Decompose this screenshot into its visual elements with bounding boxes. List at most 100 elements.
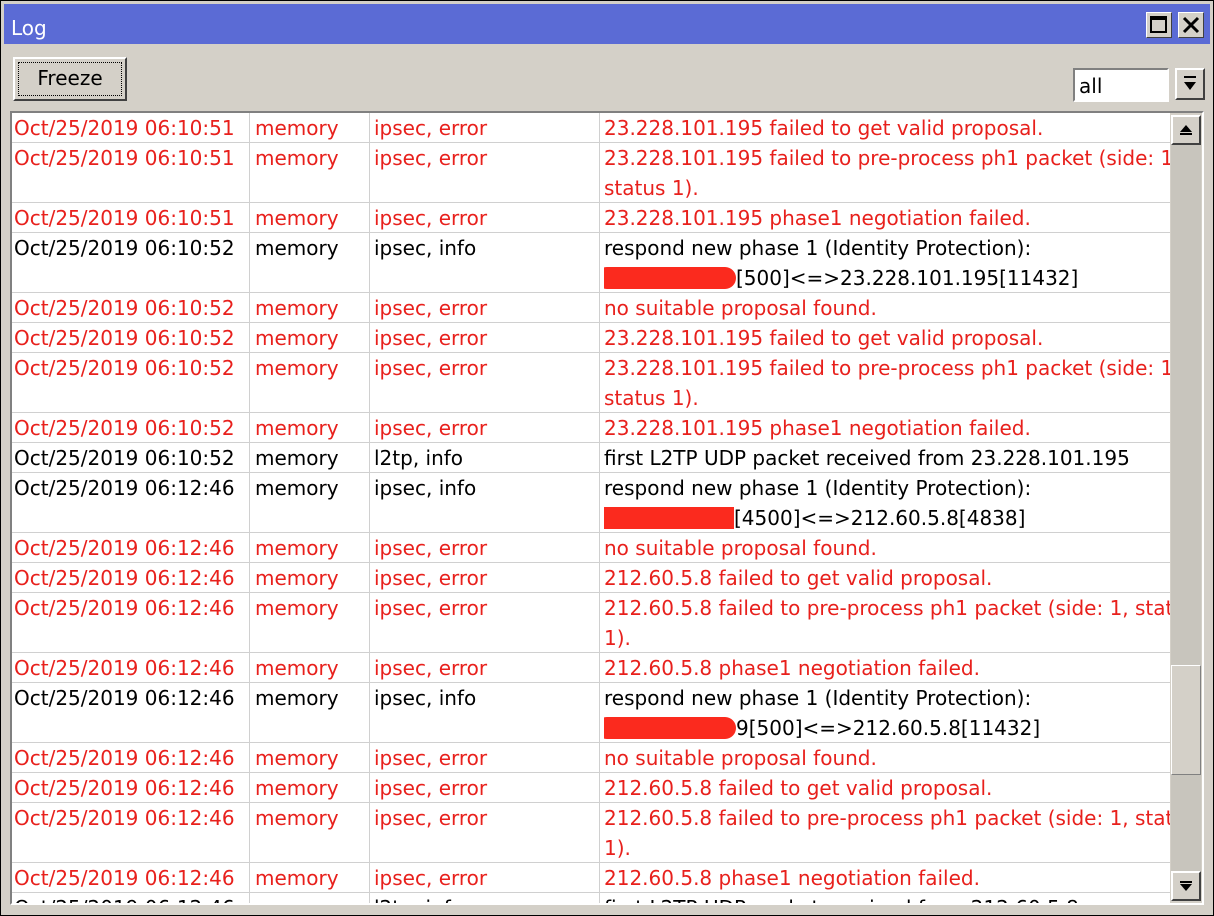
log-row[interactable]: Oct/25/2019 06:12:46 memory ipsec, error 21… bbox=[12, 563, 1172, 593]
log-message-line: 23.228.101.195 failed to get valid propo… bbox=[604, 116, 1044, 140]
log-buffer: memory bbox=[250, 683, 370, 742]
log-buffer: memory bbox=[250, 893, 370, 903]
log-message-line: 9[500]<=>212.60.5.8[11432] bbox=[604, 713, 1172, 742]
log-rows: Oct/25/2019 06:10:51 memory ipsec, error 23… bbox=[12, 113, 1172, 903]
log-topics: ipsec, error bbox=[370, 743, 600, 772]
log-time: Oct/25/2019 06:10:52 bbox=[12, 413, 250, 442]
scroll-down-button[interactable] bbox=[1171, 871, 1201, 901]
log-buffer: memory bbox=[250, 653, 370, 682]
log-message-line: 1). bbox=[604, 836, 631, 860]
log-row[interactable]: Oct/25/2019 06:10:52 memory l2tp, info firs… bbox=[12, 443, 1172, 473]
log-row[interactable]: Oct/25/2019 06:10:51 memory ipsec, error 23… bbox=[12, 113, 1172, 143]
filter-dropdown-button[interactable] bbox=[1175, 68, 1205, 100]
redaction-mark bbox=[604, 266, 736, 289]
log-topics: ipsec, error bbox=[370, 113, 600, 142]
log-message-line: 23.228.101.195 phase1 negotiation failed… bbox=[604, 206, 1031, 230]
log-message-line: respond new phase 1 (Identity Protection… bbox=[604, 236, 1032, 260]
log-message: 212.60.5.8 phase1 negotiation failed. bbox=[600, 863, 1172, 892]
log-row[interactable]: Oct/25/2019 06:10:52 memory ipsec, error 23… bbox=[12, 353, 1172, 413]
log-list[interactable]: Oct/25/2019 06:10:51 memory ipsec, error 23… bbox=[10, 111, 1204, 905]
log-message-text: [4500]<=>212.60.5.8[4838] bbox=[734, 506, 1026, 530]
window-title: Log bbox=[11, 16, 47, 40]
log-row[interactable]: Oct/25/2019 06:10:52 memory ipsec, error no… bbox=[12, 293, 1172, 323]
log-time: Oct/25/2019 06:10:52 bbox=[12, 323, 250, 352]
log-row[interactable]: Oct/25/2019 06:10:51 memory ipsec, error 23… bbox=[12, 203, 1172, 233]
redaction-mark bbox=[604, 506, 734, 529]
log-row[interactable]: Oct/25/2019 06:12:46 memory ipsec, error 21… bbox=[12, 653, 1172, 683]
log-message: no suitable proposal found. bbox=[600, 743, 1172, 772]
log-topics: ipsec, error bbox=[370, 593, 600, 652]
log-row[interactable]: Oct/25/2019 06:12:46 memory ipsec, error no… bbox=[12, 533, 1172, 563]
vertical-scrollbar[interactable] bbox=[1170, 113, 1202, 903]
log-message-line: 23.228.101.195 failed to pre-process ph1… bbox=[604, 356, 1172, 380]
log-row[interactable]: Oct/25/2019 06:12:46 memory ipsec, error 21… bbox=[12, 593, 1172, 653]
log-topics: ipsec, error bbox=[370, 323, 600, 352]
log-message-line: [4500]<=>212.60.5.8[4838] bbox=[604, 503, 1172, 532]
log-message: 23.228.101.195 failed to pre-process ph1… bbox=[600, 143, 1172, 202]
close-icon bbox=[1182, 16, 1200, 34]
log-message-line: 23.228.101.195 phase1 negotiation failed… bbox=[604, 416, 1031, 440]
log-message-line: respond new phase 1 (Identity Protection… bbox=[604, 476, 1032, 500]
log-message-line: 212.60.5.8 failed to get valid proposal. bbox=[604, 566, 993, 590]
log-topics: ipsec, error bbox=[370, 203, 600, 232]
log-message-line: 23.228.101.195 failed to get valid propo… bbox=[604, 326, 1044, 350]
log-buffer: memory bbox=[250, 773, 370, 802]
log-message-text: [500]<=>23.228.101.195[11432] bbox=[736, 266, 1079, 290]
log-row[interactable]: Oct/25/2019 06:10:52 memory ipsec, info res… bbox=[12, 233, 1172, 293]
close-button[interactable] bbox=[1178, 12, 1204, 38]
log-topics: ipsec, info bbox=[370, 683, 600, 742]
log-buffer: memory bbox=[250, 803, 370, 862]
log-message: no suitable proposal found. bbox=[600, 533, 1172, 562]
log-filter-select[interactable]: all bbox=[1073, 68, 1169, 102]
log-buffer: memory bbox=[250, 413, 370, 442]
log-buffer: memory bbox=[250, 563, 370, 592]
log-time: Oct/25/2019 06:10:51 bbox=[12, 143, 250, 202]
log-message: 212.60.5.8 failed to pre-process ph1 pac… bbox=[600, 803, 1172, 862]
log-row[interactable]: Oct/25/2019 06:12:46 memory ipsec, info res… bbox=[12, 473, 1172, 533]
log-message-line: respond new phase 1 (Identity Protection… bbox=[604, 686, 1032, 710]
log-time: Oct/25/2019 06:12:46 bbox=[12, 563, 250, 592]
freeze-button[interactable]: Freeze bbox=[13, 57, 127, 101]
log-message-line: 212.60.5.8 phase1 negotiation failed. bbox=[604, 656, 980, 680]
log-row[interactable]: Oct/25/2019 06:12:46 memory ipsec, error 21… bbox=[12, 803, 1172, 863]
log-row[interactable]: Oct/25/2019 06:12:46memoryl2tp, info firs… bbox=[12, 893, 1172, 903]
arrow-down-icon bbox=[1180, 881, 1192, 891]
scroll-up-button[interactable] bbox=[1171, 115, 1201, 145]
log-row[interactable]: Oct/25/2019 06:12:46 memory ipsec, error no… bbox=[12, 743, 1172, 773]
log-time: Oct/25/2019 06:10:52 bbox=[12, 293, 250, 322]
log-message: 212.60.5.8 failed to get valid proposal. bbox=[600, 773, 1172, 802]
log-message-line: no suitable proposal found. bbox=[604, 296, 877, 320]
log-time: Oct/25/2019 06:10:52 bbox=[12, 443, 250, 472]
log-row[interactable]: Oct/25/2019 06:10:52 memory ipsec, error 23… bbox=[12, 413, 1172, 443]
log-time: Oct/25/2019 06:12:46 bbox=[12, 533, 250, 562]
log-time: Oct/25/2019 06:12:46 bbox=[12, 683, 250, 742]
log-buffer: memory bbox=[250, 443, 370, 472]
log-buffer: memory bbox=[250, 533, 370, 562]
log-time: Oct/25/2019 06:12:46 bbox=[12, 473, 250, 532]
log-time: Oct/25/2019 06:10:52 bbox=[12, 233, 250, 292]
log-row[interactable]: Oct/25/2019 06:12:46 memory ipsec, error 21… bbox=[12, 863, 1172, 893]
maximize-button[interactable] bbox=[1146, 12, 1172, 38]
log-time: Oct/25/2019 06:12:46 bbox=[12, 893, 250, 903]
maximize-icon bbox=[1150, 16, 1167, 33]
log-topics: ipsec, error bbox=[370, 773, 600, 802]
focus-rect bbox=[18, 62, 122, 96]
log-buffer: memory bbox=[250, 323, 370, 352]
log-buffer: memory bbox=[250, 143, 370, 202]
log-message-line: status 1). bbox=[604, 176, 699, 200]
log-topics: ipsec, info bbox=[370, 233, 600, 292]
log-topics: ipsec, error bbox=[370, 293, 600, 322]
log-row[interactable]: Oct/25/2019 06:10:51 memory ipsec, error 23… bbox=[12, 143, 1172, 203]
log-message: respond new phase 1 (Identity Protection… bbox=[600, 473, 1172, 532]
scroll-thumb[interactable] bbox=[1171, 665, 1201, 775]
log-row[interactable]: Oct/25/2019 06:12:46 memory ipsec, info res… bbox=[12, 683, 1172, 743]
log-row[interactable]: Oct/25/2019 06:10:52 memory ipsec, error 23… bbox=[12, 323, 1172, 353]
log-message-line: no suitable proposal found. bbox=[604, 746, 877, 770]
log-time: Oct/25/2019 06:12:46 bbox=[12, 773, 250, 802]
log-message-line: 212.60.5.8 failed to pre-process ph1 pac… bbox=[604, 596, 1172, 620]
log-time: Oct/25/2019 06:12:46 bbox=[12, 803, 250, 862]
log-row[interactable]: Oct/25/2019 06:12:46 memory ipsec, error 21… bbox=[12, 773, 1172, 803]
log-topics: l2tp, info bbox=[370, 443, 600, 472]
log-message: 23.228.101.195 phase1 negotiation failed… bbox=[600, 203, 1172, 232]
title-bar[interactable]: Log bbox=[4, 4, 1210, 44]
